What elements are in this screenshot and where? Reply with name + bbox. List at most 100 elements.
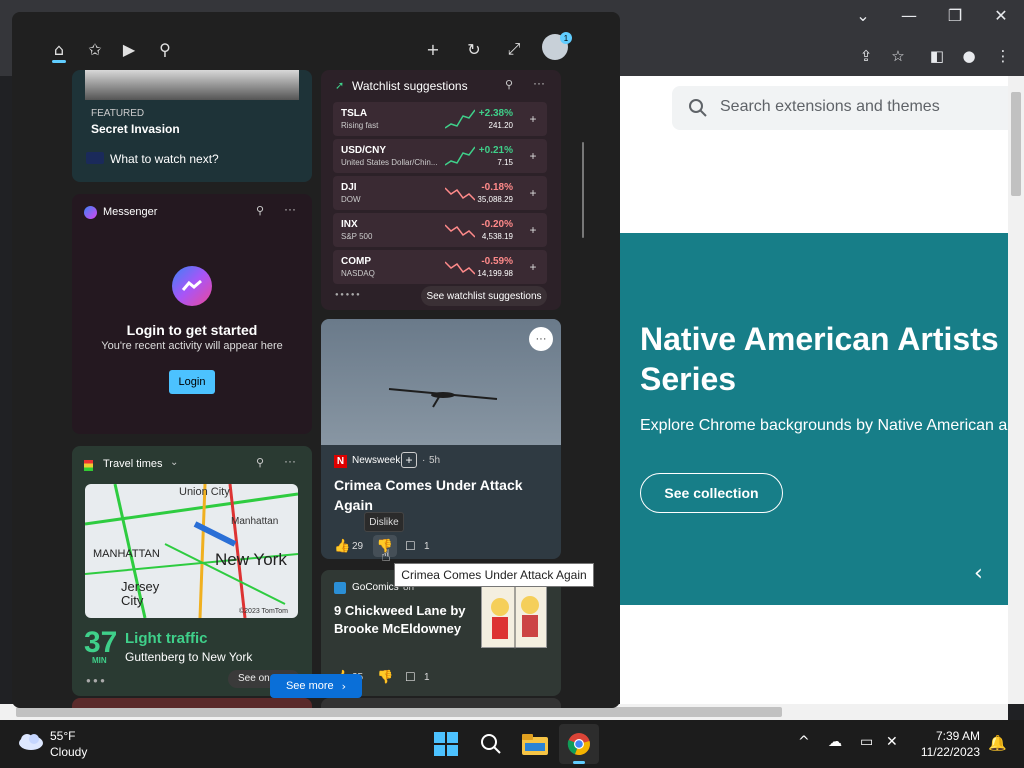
news-card[interactable]: ··· N Newsweek + · 5h Crimea Comes Under… [321,319,561,559]
comment-icon[interactable]: ☐ [405,539,416,553]
cloud-icon [19,734,43,750]
comics-title[interactable]: 9 Chickweed Lane by Brooke McEldowney [334,602,474,638]
file-explorer-icon[interactable] [519,728,551,760]
profile-icon[interactable]: ● [957,44,981,68]
star-icon[interactable]: ☆ [886,44,910,68]
map-label: New York [215,550,287,569]
sparkline [445,146,475,166]
clock-date[interactable]: 11/22/2023 [900,745,980,759]
pin-icon[interactable]: ⚲ [256,204,264,217]
onedrive-icon[interactable]: ☁ [828,734,842,750]
stock-row[interactable]: INX S&P 500 -0.20% 4,538.19 + [333,213,547,247]
search-icon[interactable] [475,728,507,760]
network-icon[interactable]: ▭ [860,734,873,750]
traffic-status: Light traffic [125,630,208,647]
comment-icon[interactable]: ☐ [405,670,416,684]
favorites-icon[interactable]: ✩ [82,36,108,62]
tab-search-icon[interactable]: ⌄ [840,0,886,30]
stock-symbol: TSLA [341,108,368,119]
carousel-dots[interactable]: ● ● ● ● ● [335,292,360,298]
cursor-icon: ☝ [381,546,391,565]
login-button[interactable]: Login [169,370,215,394]
featured-card[interactable]: FEATURED Secret Invasion What to watch n… [72,70,312,182]
notification-badge: 1 [560,32,572,44]
newsweek-logo: N [334,455,347,468]
carousel-dots[interactable]: ● ● ● [86,676,105,685]
see-more-button[interactable]: See more › [270,674,362,698]
chevron-right-icon: › [341,679,347,693]
dislike-icon[interactable]: 👎 [377,670,393,685]
stock-row[interactable]: USD/CNY United States Dollar/Chin... +0.21… [333,139,547,173]
add-icon[interactable]: + [420,36,446,62]
chevron-left-icon[interactable]: ‹ [974,561,983,586]
add-stock-icon[interactable]: + [525,259,541,275]
menu-icon[interactable]: ⋮ [991,44,1015,68]
traffic-map[interactable]: Union City Manhattan MANHATTAN New York … [85,484,298,618]
minutes-label: MIN [92,656,107,665]
add-stock-icon[interactable]: + [525,185,541,201]
scroll-thumb[interactable] [1011,92,1021,196]
video-icon[interactable]: ▶ [116,36,142,62]
search-placeholder: Search extensions and themes [720,98,940,115]
expand-icon[interactable]: ⤢ [501,36,527,62]
watchlist-card: ➚ Watchlist suggestions ⚲ ··· TSLA Rising… [321,70,561,310]
route-text: Guttenberg to New York [125,650,253,664]
refresh-icon[interactable]: ↻ [461,36,487,62]
news-image [321,319,561,445]
chevron-up-icon[interactable]: ^ [798,734,810,750]
weather-condition[interactable]: Cloudy [50,745,87,759]
what-to-watch-link[interactable]: What to watch next? [110,152,219,166]
more-icon[interactable]: ··· [533,76,545,90]
windows-start-icon[interactable] [430,728,462,760]
next-card-peek [321,698,561,708]
add-stock-icon[interactable]: + [525,111,541,127]
add-stock-icon[interactable]: + [525,148,541,164]
notification-bell-icon[interactable]: 🔔 [988,734,1007,752]
more-icon[interactable]: ··· [284,454,296,468]
stock-change: -0.59% [481,256,513,267]
more-icon[interactable]: ··· [284,202,296,216]
add-stock-icon[interactable]: + [525,222,541,238]
sidebar-icon[interactable]: ◧ [925,44,949,68]
share-icon[interactable]: ⇪ [854,44,878,68]
watchlist-title: Watchlist suggestions [352,79,468,93]
search-box[interactable]: Search extensions and themes [672,86,1008,130]
news-headline[interactable]: Crimea Comes Under Attack Again [334,475,534,515]
pin-icon[interactable]: ⚲ [505,78,513,91]
stock-price: 14,199.98 [477,269,513,278]
gocomics-logo [334,582,346,594]
see-watchlist-button[interactable]: See watchlist suggestions [421,286,547,306]
search-icon [689,99,707,117]
stock-row[interactable]: TSLA Rising fast +2.38% 241.20 + [333,102,547,136]
minimize-button[interactable]: — [886,0,932,30]
stock-row[interactable]: DJI DOW -0.18% 35,088.29 + [333,176,547,210]
stock-change: -0.18% [481,182,513,193]
family-icon[interactable]: ⚲ [152,36,178,62]
widgets-panel: ⌂ ✩ ▶ ⚲ + ↻ ⤢ 1 FEATURED Secret Invasion… [12,12,620,708]
weather-temperature[interactable]: 55°F [50,729,75,743]
restore-button[interactable]: ❐ [932,0,978,30]
vertical-scrollbar[interactable] [1008,76,1024,704]
stock-row[interactable]: COMP NASDAQ -0.59% 14,199.98 + [333,250,547,284]
comics-source: GoComics [352,582,399,593]
active-indicator [52,60,66,63]
scroll-thumb[interactable] [16,707,782,717]
login-heading: Login to get started [126,322,258,338]
follow-button[interactable]: + [401,452,417,468]
volume-muted-icon[interactable]: ✕ [886,734,898,750]
map-label: Jersey City [121,579,160,608]
panel-scrollbar[interactable] [582,142,584,238]
login-subtext: You're recent activity will appear here [101,340,283,352]
see-collection-button[interactable]: See collection [640,473,783,513]
clock-time[interactable]: 7:39 AM [900,729,980,743]
close-button[interactable]: ✕ [978,0,1024,30]
home-icon[interactable]: ⌂ [46,36,72,62]
stock-price: 4,538.19 [481,232,513,241]
pin-icon[interactable]: ⚲ [256,456,264,469]
chrome-taskbar-button[interactable] [559,724,599,764]
hero-subtitle: Explore Chrome backgrounds by Native Ame… [640,417,1008,434]
like-icon[interactable]: 👍 [334,539,350,554]
hero-banner: Native American Artists Series Explore C… [620,233,1008,605]
chevron-down-icon[interactable]: ⌄ [170,457,178,468]
more-options-button[interactable]: ··· [529,327,553,351]
